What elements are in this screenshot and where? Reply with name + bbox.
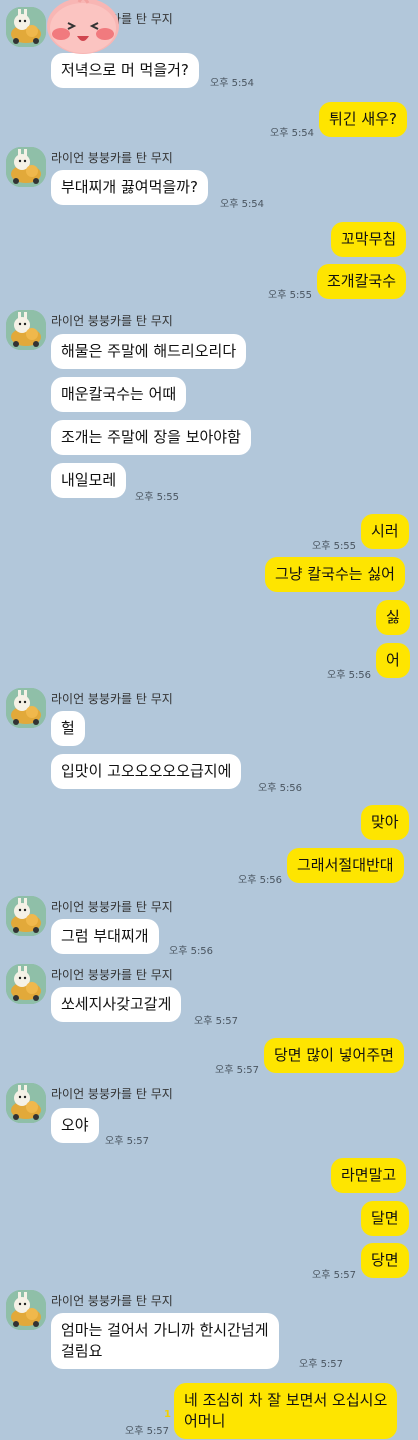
message-time: 오후 5:57 <box>105 1136 150 1147</box>
message-bubble[interactable]: 달면 <box>361 1201 409 1236</box>
sender-name: 라이언 붕붕카를 탄 무지 <box>51 1087 173 1101</box>
message-bubble[interactable]: 라면말고 <box>331 1158 407 1193</box>
muzi-riding-ryan-car-avatar <box>6 310 46 350</box>
message-time: 오후 5:56 <box>327 670 372 681</box>
message-time: 오후 5:56 <box>169 946 214 957</box>
message-line: 걸림요 <box>61 1342 103 1360</box>
message-time: 오후 5:54 <box>210 78 255 89</box>
message-bubble[interactable]: 엄마는 걸어서 가니까 한시간넘게 걸림요 <box>51 1313 279 1369</box>
message-bubble[interactable]: 튀긴 새우? <box>319 102 407 137</box>
message-time: 오후 5:56 <box>238 875 283 886</box>
message-bubble[interactable]: 헐 <box>51 711 85 746</box>
message-bubble[interactable]: 조개칼국수 <box>317 264 407 299</box>
message-bubble[interactable]: 당면 <box>361 1243 409 1278</box>
avatar[interactable] <box>6 147 46 187</box>
message-time: 오후 5:55 <box>268 290 313 301</box>
message-time: 오후 5:55 <box>312 541 357 552</box>
sender-name: 라이언 붕붕카를 탄 무지 <box>51 900 173 914</box>
message-line: 네 조심히 차 잘 보면서 오십시오 <box>184 1391 388 1409</box>
message-time: 오후 5:55 <box>135 492 180 503</box>
avatar[interactable] <box>6 1083 46 1123</box>
message-bubble[interactable]: 어 <box>376 643 410 678</box>
avatar[interactable] <box>6 964 46 1004</box>
muzi-riding-ryan-car-avatar <box>6 1290 46 1330</box>
message-bubble[interactable]: 저녁으로 머 먹을거? <box>51 53 199 88</box>
message-bubble[interactable]: 시러 <box>361 514 409 549</box>
message-bubble[interactable]: 쏘세지사갖고갈게 <box>51 987 182 1022</box>
sender-name: 라이언 붕붕카를 탄 무지 <box>51 1294 173 1308</box>
message-time: 오후 5:57 <box>125 1426 170 1437</box>
message-time: 오후 5:57 <box>299 1359 344 1370</box>
apeach-face-icon <box>44 0 122 56</box>
message-bubble[interactable]: 당면 많이 넣어주면 <box>264 1038 404 1073</box>
message-time: 오후 5:56 <box>258 783 303 794</box>
message-time: 오후 5:54 <box>220 199 265 210</box>
sender-name: 라이언 붕붕카를 탄 무지 <box>51 151 173 165</box>
message-bubble[interactable]: 매운칼국수는 어때 <box>51 377 187 412</box>
sender-name: 라이언 붕붕카를 탄 무지 <box>51 692 173 706</box>
message-time: 오후 5:57 <box>215 1065 260 1076</box>
message-bubble[interactable]: 조개는 주말에 장을 보아야함 <box>51 420 251 455</box>
message-bubble[interactable]: 해물은 주말에 해드리오리다 <box>51 334 247 369</box>
message-bubble[interactable]: 네 조심히 차 잘 보면서 오십시오 어머니 <box>174 1383 398 1439</box>
avatar[interactable] <box>6 688 46 728</box>
avatar[interactable] <box>6 896 46 936</box>
message-time: 오후 5:54 <box>270 128 315 139</box>
unread-count: 1 <box>164 1409 171 1420</box>
message-bubble[interactable]: 맞아 <box>361 805 409 840</box>
message-bubble[interactable]: 입맛이 고오오오오오급지에 <box>51 754 242 789</box>
muzi-riding-ryan-car-avatar <box>6 1083 46 1123</box>
message-bubble[interactable]: 오야 <box>51 1108 99 1143</box>
sender-name: 라이언 붕붕카를 탄 무지 <box>51 968 173 982</box>
avatar[interactable] <box>6 7 46 47</box>
message-line: 어머니 <box>184 1412 226 1430</box>
message-bubble[interactable]: 내일모레 <box>51 463 127 498</box>
message-bubble[interactable]: 그래서절대반대 <box>287 848 404 883</box>
avatar[interactable] <box>6 310 46 350</box>
muzi-riding-ryan-car-avatar <box>6 964 46 1004</box>
muzi-riding-ryan-car-avatar <box>6 896 46 936</box>
message-time: 오후 5:57 <box>312 1270 357 1281</box>
muzi-riding-ryan-car-avatar <box>6 7 46 47</box>
muzi-riding-ryan-car-avatar <box>6 147 46 187</box>
message-bubble[interactable]: 싫 <box>376 600 410 635</box>
avatar[interactable] <box>6 1290 46 1330</box>
message-bubble[interactable]: 그냥 칼국수는 싫어 <box>265 557 405 592</box>
message-time: 오후 5:57 <box>194 1016 239 1027</box>
message-bubble[interactable]: 그럼 부대찌개 <box>51 919 159 954</box>
sender-name: 라이언 붕붕카를 탄 무지 <box>51 314 173 328</box>
muzi-riding-ryan-car-avatar <box>6 688 46 728</box>
message-bubble[interactable]: 부대찌개 끓여먹을까? <box>51 170 208 205</box>
message-bubble[interactable]: 꼬막무침 <box>331 222 407 257</box>
message-line: 엄마는 걸어서 가니까 한시간넘게 <box>61 1321 269 1339</box>
